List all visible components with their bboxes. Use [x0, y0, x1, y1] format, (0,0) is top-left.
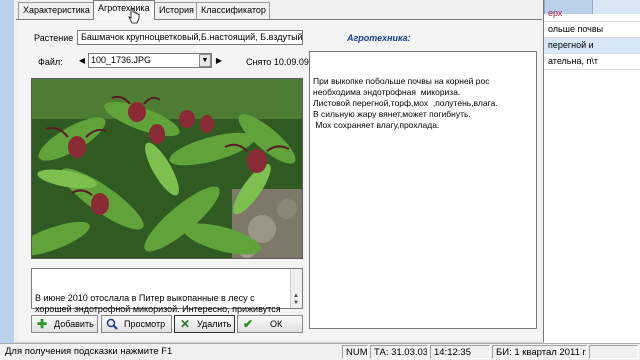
tab-history[interactable]: История [154, 2, 197, 19]
status-num: NUM [342, 345, 368, 359]
checkmark-icon: ✔ [242, 317, 254, 331]
view-button[interactable]: Просмотр [101, 315, 172, 333]
scroll-down-icon[interactable]: ▼ [291, 298, 301, 308]
delete-button-label: Удалить [197, 319, 232, 329]
tab-label: Агротехника [98, 3, 150, 13]
status-extra [589, 345, 638, 359]
chevron-down-icon[interactable]: ▼ [199, 54, 211, 67]
add-button-label: Добавить [54, 319, 94, 329]
plant-label: Растение [34, 33, 74, 43]
list-item[interactable]: ательна, п\т [544, 54, 640, 70]
photo-date: Снято 10.09.09 [246, 57, 309, 67]
tab-agrotechnics[interactable]: Агротехника [93, 0, 155, 20]
agro-text-memo[interactable]: При выкопке побольше почвы на корней рос… [309, 51, 537, 329]
window-frame-left [0, 0, 14, 344]
tab-label: Классификатор [201, 5, 266, 15]
tab-label: Характеристика [23, 5, 90, 15]
agro-title: Агротехника: [347, 33, 411, 43]
status-time: 14:12:35 [430, 345, 490, 359]
file-label: Файл: [38, 57, 63, 67]
prev-file-icon[interactable]: ◀ [77, 53, 87, 67]
agro-text: При выкопке побольше почвы на корней рос… [313, 76, 498, 130]
magnifier-icon [105, 317, 119, 331]
status-hint: Для получения подсказки нажмите F1 [5, 346, 173, 357]
next-file-icon[interactable]: ▶ [214, 53, 224, 67]
note-scrollbar[interactable]: ▲ ▼ [290, 269, 302, 308]
file-select[interactable]: 100_1736.JPG ▼ [88, 53, 212, 68]
delete-icon: ✕ [179, 317, 191, 331]
tab-classifier[interactable]: Классификатор [196, 2, 270, 19]
tab-label: История [159, 5, 194, 15]
photo-note-memo[interactable]: В июне 2010 отослала в Питер выкопанные … [31, 268, 303, 325]
list-item[interactable]: ерх [544, 6, 640, 22]
mouse-cursor-icon [128, 8, 140, 24]
add-button[interactable]: ✚ Добавить [31, 315, 98, 333]
ok-button-label: ОК [270, 319, 283, 329]
plant-name-field[interactable]: Башмачок крупноцветковый,Б.настоящий, Б.… [77, 30, 303, 45]
status-bar: Для получения подсказки нажмите F1 NUM Т… [0, 343, 640, 360]
ok-button[interactable]: ✔ ОК [237, 315, 303, 333]
plus-icon: ✚ [36, 317, 48, 331]
file-select-value: 100_1736.JPG [91, 55, 152, 65]
delete-button[interactable]: ✕ Удалить [174, 315, 235, 333]
list-item[interactable]: ольше почвы [544, 22, 640, 38]
status-ta: ТА: 31.03.03 [370, 345, 428, 359]
plant-photo [31, 78, 303, 259]
status-bi: БИ: 1 квартал 2011 г. [492, 345, 587, 359]
view-button-label: Просмотр [124, 319, 166, 329]
list-item[interactable]: перегной и [544, 38, 640, 54]
background-window: ерх ольше почвы перегной и ательна, п\т [544, 0, 640, 343]
tab-characteristics[interactable]: Характеристика [18, 2, 95, 19]
